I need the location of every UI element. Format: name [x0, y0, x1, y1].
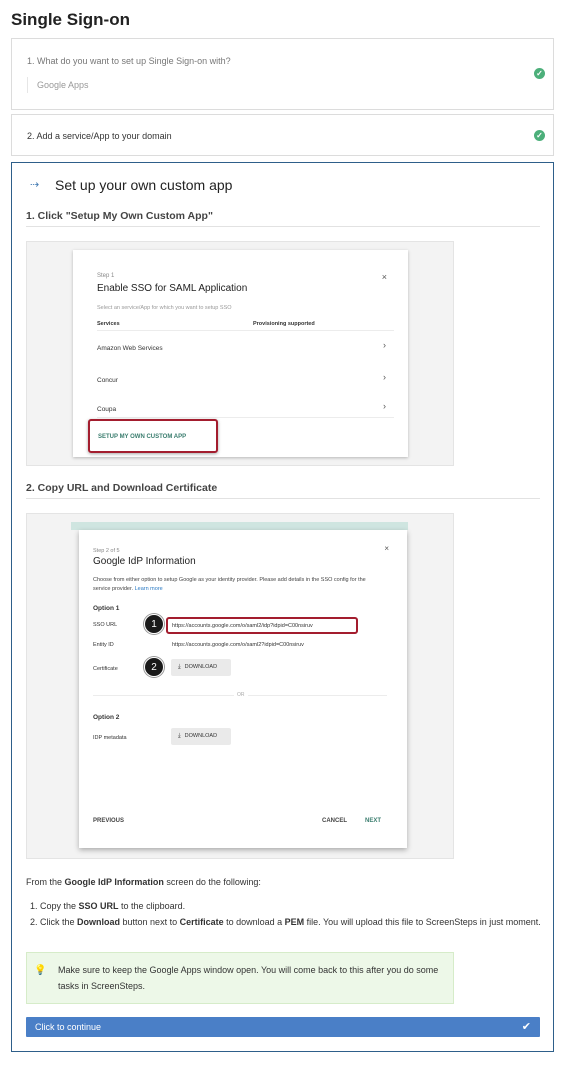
continue-button[interactable]: Click to continue ✔ [26, 1017, 540, 1037]
dialog-description: Select an service/App for which you want… [97, 305, 232, 311]
dialog-description: Choose from either option to setup Googl… [93, 577, 366, 592]
custom-app-step-card: ⇢ Set up your own custom app 1. Click "S… [11, 162, 554, 1052]
step-2-question: 2. Add a service/App to your domain [27, 131, 172, 141]
service-name: Amazon Web Services [97, 345, 163, 352]
instructions-intro: From the Google IdP Information screen d… [26, 877, 261, 887]
column-header-services: Services [97, 321, 120, 327]
service-row: Amazon Web Services › [97, 330, 394, 360]
callout-badge-1: 1 [144, 614, 164, 634]
learn-more-link: Learn more [134, 586, 163, 592]
step-1-answer: Google Apps [27, 77, 89, 93]
dialog-step-label: Step 1 [97, 273, 115, 279]
step-card-1[interactable]: 1. What do you want to set up Single Sig… [11, 38, 554, 110]
cancel-button: CANCEL [322, 818, 347, 824]
entity-id-value: https://accounts.google.com/o/saml2?idpi… [172, 642, 304, 648]
divider [26, 226, 540, 227]
entity-id-label: Entity ID [93, 642, 114, 648]
or-separator: OR [234, 692, 248, 698]
check-icon: ✓ [534, 68, 545, 79]
sso-url-value: https://accounts.google.com/o/saml2/idp?… [172, 623, 313, 629]
next-button: NEXT [365, 818, 382, 824]
download-icon: ⤓ [178, 664, 181, 670]
step-title: Set up your own custom app [55, 177, 233, 193]
certificate-label: Certificate [93, 666, 118, 672]
idp-info-dialog: Step 2 of 5 × Google IdP Information Cho… [79, 530, 407, 848]
service-row: Concur › [97, 360, 394, 390]
chevron-right-icon: › [383, 401, 386, 411]
close-icon: × [381, 272, 387, 282]
dialog-step-label: Step 2 of 5 [93, 548, 120, 554]
arrow-right-icon: ⇢ [30, 179, 40, 191]
chevron-right-icon: › [383, 372, 386, 382]
dialog-backdrop-bar [71, 522, 408, 530]
option-2-label: Option 2 [93, 714, 120, 721]
service-name: Concur [97, 377, 118, 384]
section-heading-2: 2. Copy URL and Download Certificate [26, 482, 218, 494]
screenshot-setup-custom-app: Step 1 × Enable SSO for SAML Application… [26, 241, 454, 466]
page-title: Single Sign-on [11, 10, 130, 29]
list-item: 1. Copy the SSO URL to the clipboard. [30, 901, 186, 911]
close-icon: × [384, 544, 389, 553]
download-icon: ⤓ [178, 733, 181, 739]
checkmark-icon: ✔ [521, 1021, 531, 1033]
list-item: 2. Click the Download button next to Cer… [30, 917, 541, 927]
step-1-question: 1. What do you want to set up Single Sig… [27, 56, 231, 66]
callout-badge-2: 2 [144, 657, 164, 677]
download-metadata-button: ⤓ DOWNLOAD [171, 728, 231, 745]
continue-button-label: Click to continue [35, 1022, 102, 1032]
dialog-title: Google IdP Information [93, 556, 196, 567]
lightbulb-icon: 💡 [34, 965, 47, 976]
custom-app-highlight: SETUP MY OWN CUSTOM APP [88, 419, 218, 453]
step-card-2[interactable]: 2. Add a service/App to your domain ✓ [11, 114, 554, 156]
previous-button: PREVIOUS [93, 818, 125, 824]
option-1-label: Option 1 [93, 605, 120, 612]
instructions-list: 1. Copy the SSO URL to the clipboard. 2.… [30, 898, 545, 930]
tip-callout: 💡 Make sure to keep the Google Apps wind… [26, 952, 454, 1004]
dialog-title: Enable SSO for SAML Application [97, 283, 248, 294]
setup-custom-app-link: SETUP MY OWN CUSTOM APP [98, 434, 187, 440]
idp-metadata-label: IDP metadata [93, 735, 127, 741]
section-heading-1: 1. Click "Setup My Own Custom App" [26, 210, 213, 222]
service-row: Coupa › [97, 390, 394, 418]
tip-text: Make sure to keep the Google Apps window… [58, 965, 439, 991]
check-icon: ✓ [534, 130, 545, 141]
download-certificate-button: ⤓ DOWNLOAD [171, 659, 231, 676]
chevron-right-icon: › [383, 340, 386, 350]
service-name: Coupa [97, 406, 117, 413]
screenshot-idp-information: Step 2 of 5 × Google IdP Information Cho… [26, 513, 454, 859]
column-header-provisioning: Provisioning supported [253, 321, 315, 327]
enable-sso-dialog: Step 1 × Enable SSO for SAML Application… [73, 250, 408, 457]
divider [26, 498, 540, 499]
sso-url-label: SSO URL [93, 622, 118, 628]
